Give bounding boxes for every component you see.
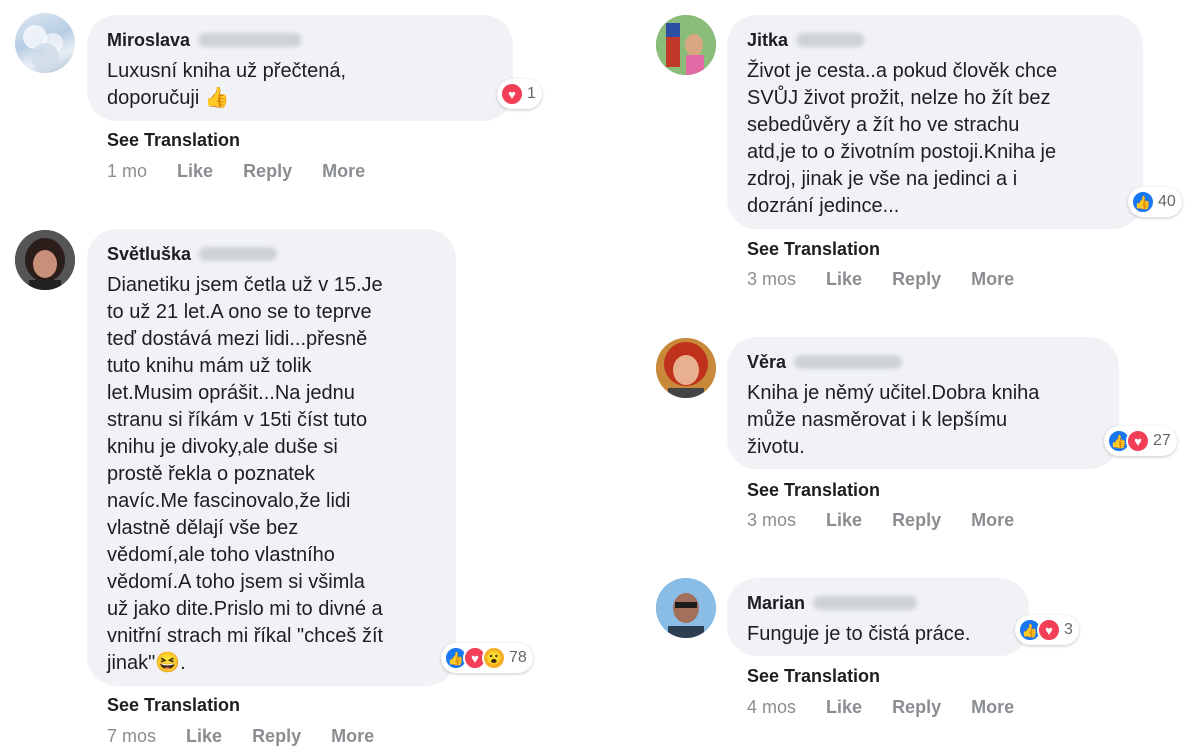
- blurred-surname: [199, 247, 278, 261]
- reaction-summary[interactable]: ♥ 1: [497, 79, 542, 109]
- comment-text: Dianetiku jsem četla už v 15.Je to už 21…: [107, 274, 384, 674]
- reply-button[interactable]: Reply: [892, 510, 941, 531]
- comment-author[interactable]: Světluška: [107, 243, 436, 265]
- comment-author[interactable]: Jitka: [747, 29, 1123, 51]
- author-name[interactable]: Světluška: [107, 243, 191, 265]
- comment-actions: 3 mos Like Reply More: [747, 510, 1044, 531]
- reaction-summary[interactable]: 👍 40: [1128, 187, 1182, 217]
- blurred-surname: [198, 33, 303, 47]
- comment-text: Funguje je to čistá práce.: [747, 623, 971, 645]
- comment-author[interactable]: Marian: [747, 592, 1009, 614]
- love-reaction-icon: ♥: [1126, 429, 1150, 453]
- reaction-count: 1: [527, 85, 536, 102]
- avatar-photo: [656, 578, 716, 638]
- like-button[interactable]: Like: [826, 697, 862, 718]
- reaction-count: 27: [1153, 432, 1171, 449]
- reaction-count: 40: [1158, 193, 1176, 210]
- reply-button[interactable]: Reply: [252, 726, 301, 747]
- comment-bubble: Miroslava Luxusní kniha už přečtená, dop…: [87, 15, 513, 121]
- blurred-surname: [796, 33, 865, 47]
- see-translation-link[interactable]: See Translation: [747, 239, 880, 260]
- avatar[interactable]: [15, 13, 75, 73]
- comment-timestamp[interactable]: 7 mos: [107, 726, 156, 747]
- author-name[interactable]: Věra: [747, 351, 786, 373]
- more-button[interactable]: More: [322, 161, 365, 182]
- like-reaction-icon: 👍: [1131, 190, 1155, 214]
- blurred-surname: [813, 596, 918, 610]
- author-name[interactable]: Jitka: [747, 29, 788, 51]
- more-button[interactable]: More: [331, 726, 374, 747]
- see-translation-link[interactable]: See Translation: [747, 666, 880, 687]
- like-button[interactable]: Like: [826, 510, 862, 531]
- avatar-photo: [15, 230, 75, 290]
- comment-text: Kniha je němý učitel.Dobra kniha může na…: [747, 382, 1040, 458]
- comment-timestamp[interactable]: 4 mos: [747, 697, 796, 718]
- see-translation-link[interactable]: See Translation: [107, 695, 240, 716]
- avatar[interactable]: [15, 230, 75, 290]
- blurred-surname: [794, 355, 903, 369]
- comment-actions: 1 mo Like Reply More: [107, 161, 395, 182]
- comment-timestamp[interactable]: 1 mo: [107, 161, 147, 182]
- wow-reaction-icon: 😮: [482, 646, 506, 670]
- comment-text: Život je cesta..a pokud člověk chce SVŮJ…: [747, 60, 1058, 217]
- reaction-count: 3: [1064, 621, 1073, 638]
- comment-actions: 3 mos Like Reply More: [747, 269, 1044, 290]
- comment-actions: 4 mos Like Reply More: [747, 697, 1044, 718]
- like-button[interactable]: Like: [177, 161, 213, 182]
- more-button[interactable]: More: [971, 269, 1014, 290]
- comment-bubble: Světluška Dianetiku jsem četla už v 15.J…: [87, 229, 456, 686]
- comment-timestamp[interactable]: 3 mos: [747, 510, 796, 531]
- comment-bubble: Jitka Život je cesta..a pokud člověk chc…: [727, 15, 1143, 229]
- avatar[interactable]: [656, 578, 716, 638]
- reaction-summary[interactable]: 👍 ♥ 3: [1015, 615, 1079, 645]
- love-reaction-icon: ♥: [500, 82, 524, 106]
- avatar-photo: [656, 15, 716, 75]
- reply-button[interactable]: Reply: [892, 697, 941, 718]
- author-name[interactable]: Miroslava: [107, 29, 190, 51]
- comment-author[interactable]: Miroslava: [107, 29, 493, 51]
- reaction-count: 78: [509, 649, 527, 666]
- avatar[interactable]: [656, 338, 716, 398]
- see-translation-link[interactable]: See Translation: [747, 480, 880, 501]
- love-reaction-icon: ♥: [1037, 618, 1061, 642]
- more-button[interactable]: More: [971, 697, 1014, 718]
- comment-author[interactable]: Věra: [747, 351, 1099, 373]
- avatar-photo: [23, 25, 63, 71]
- comment-bubble: Věra Kniha je němý učitel.Dobra kniha mů…: [727, 337, 1119, 469]
- like-button[interactable]: Like: [186, 726, 222, 747]
- see-translation-link[interactable]: See Translation: [107, 130, 240, 151]
- reaction-summary[interactable]: 👍 ♥ 27: [1104, 426, 1177, 456]
- comment-timestamp[interactable]: 3 mos: [747, 269, 796, 290]
- comment-actions: 7 mos Like Reply More: [107, 726, 404, 747]
- reaction-summary[interactable]: 👍 ♥ 😮 78: [441, 643, 533, 673]
- reply-button[interactable]: Reply: [243, 161, 292, 182]
- author-name[interactable]: Marian: [747, 592, 805, 614]
- comment-text: Luxusní kniha už přečtená, doporučuji 👍: [107, 60, 347, 109]
- comment-bubble: Marian Funguje je to čistá práce.: [727, 578, 1029, 656]
- avatar-photo: [656, 338, 716, 398]
- like-button[interactable]: Like: [826, 269, 862, 290]
- more-button[interactable]: More: [971, 510, 1014, 531]
- avatar[interactable]: [656, 15, 716, 75]
- reply-button[interactable]: Reply: [892, 269, 941, 290]
